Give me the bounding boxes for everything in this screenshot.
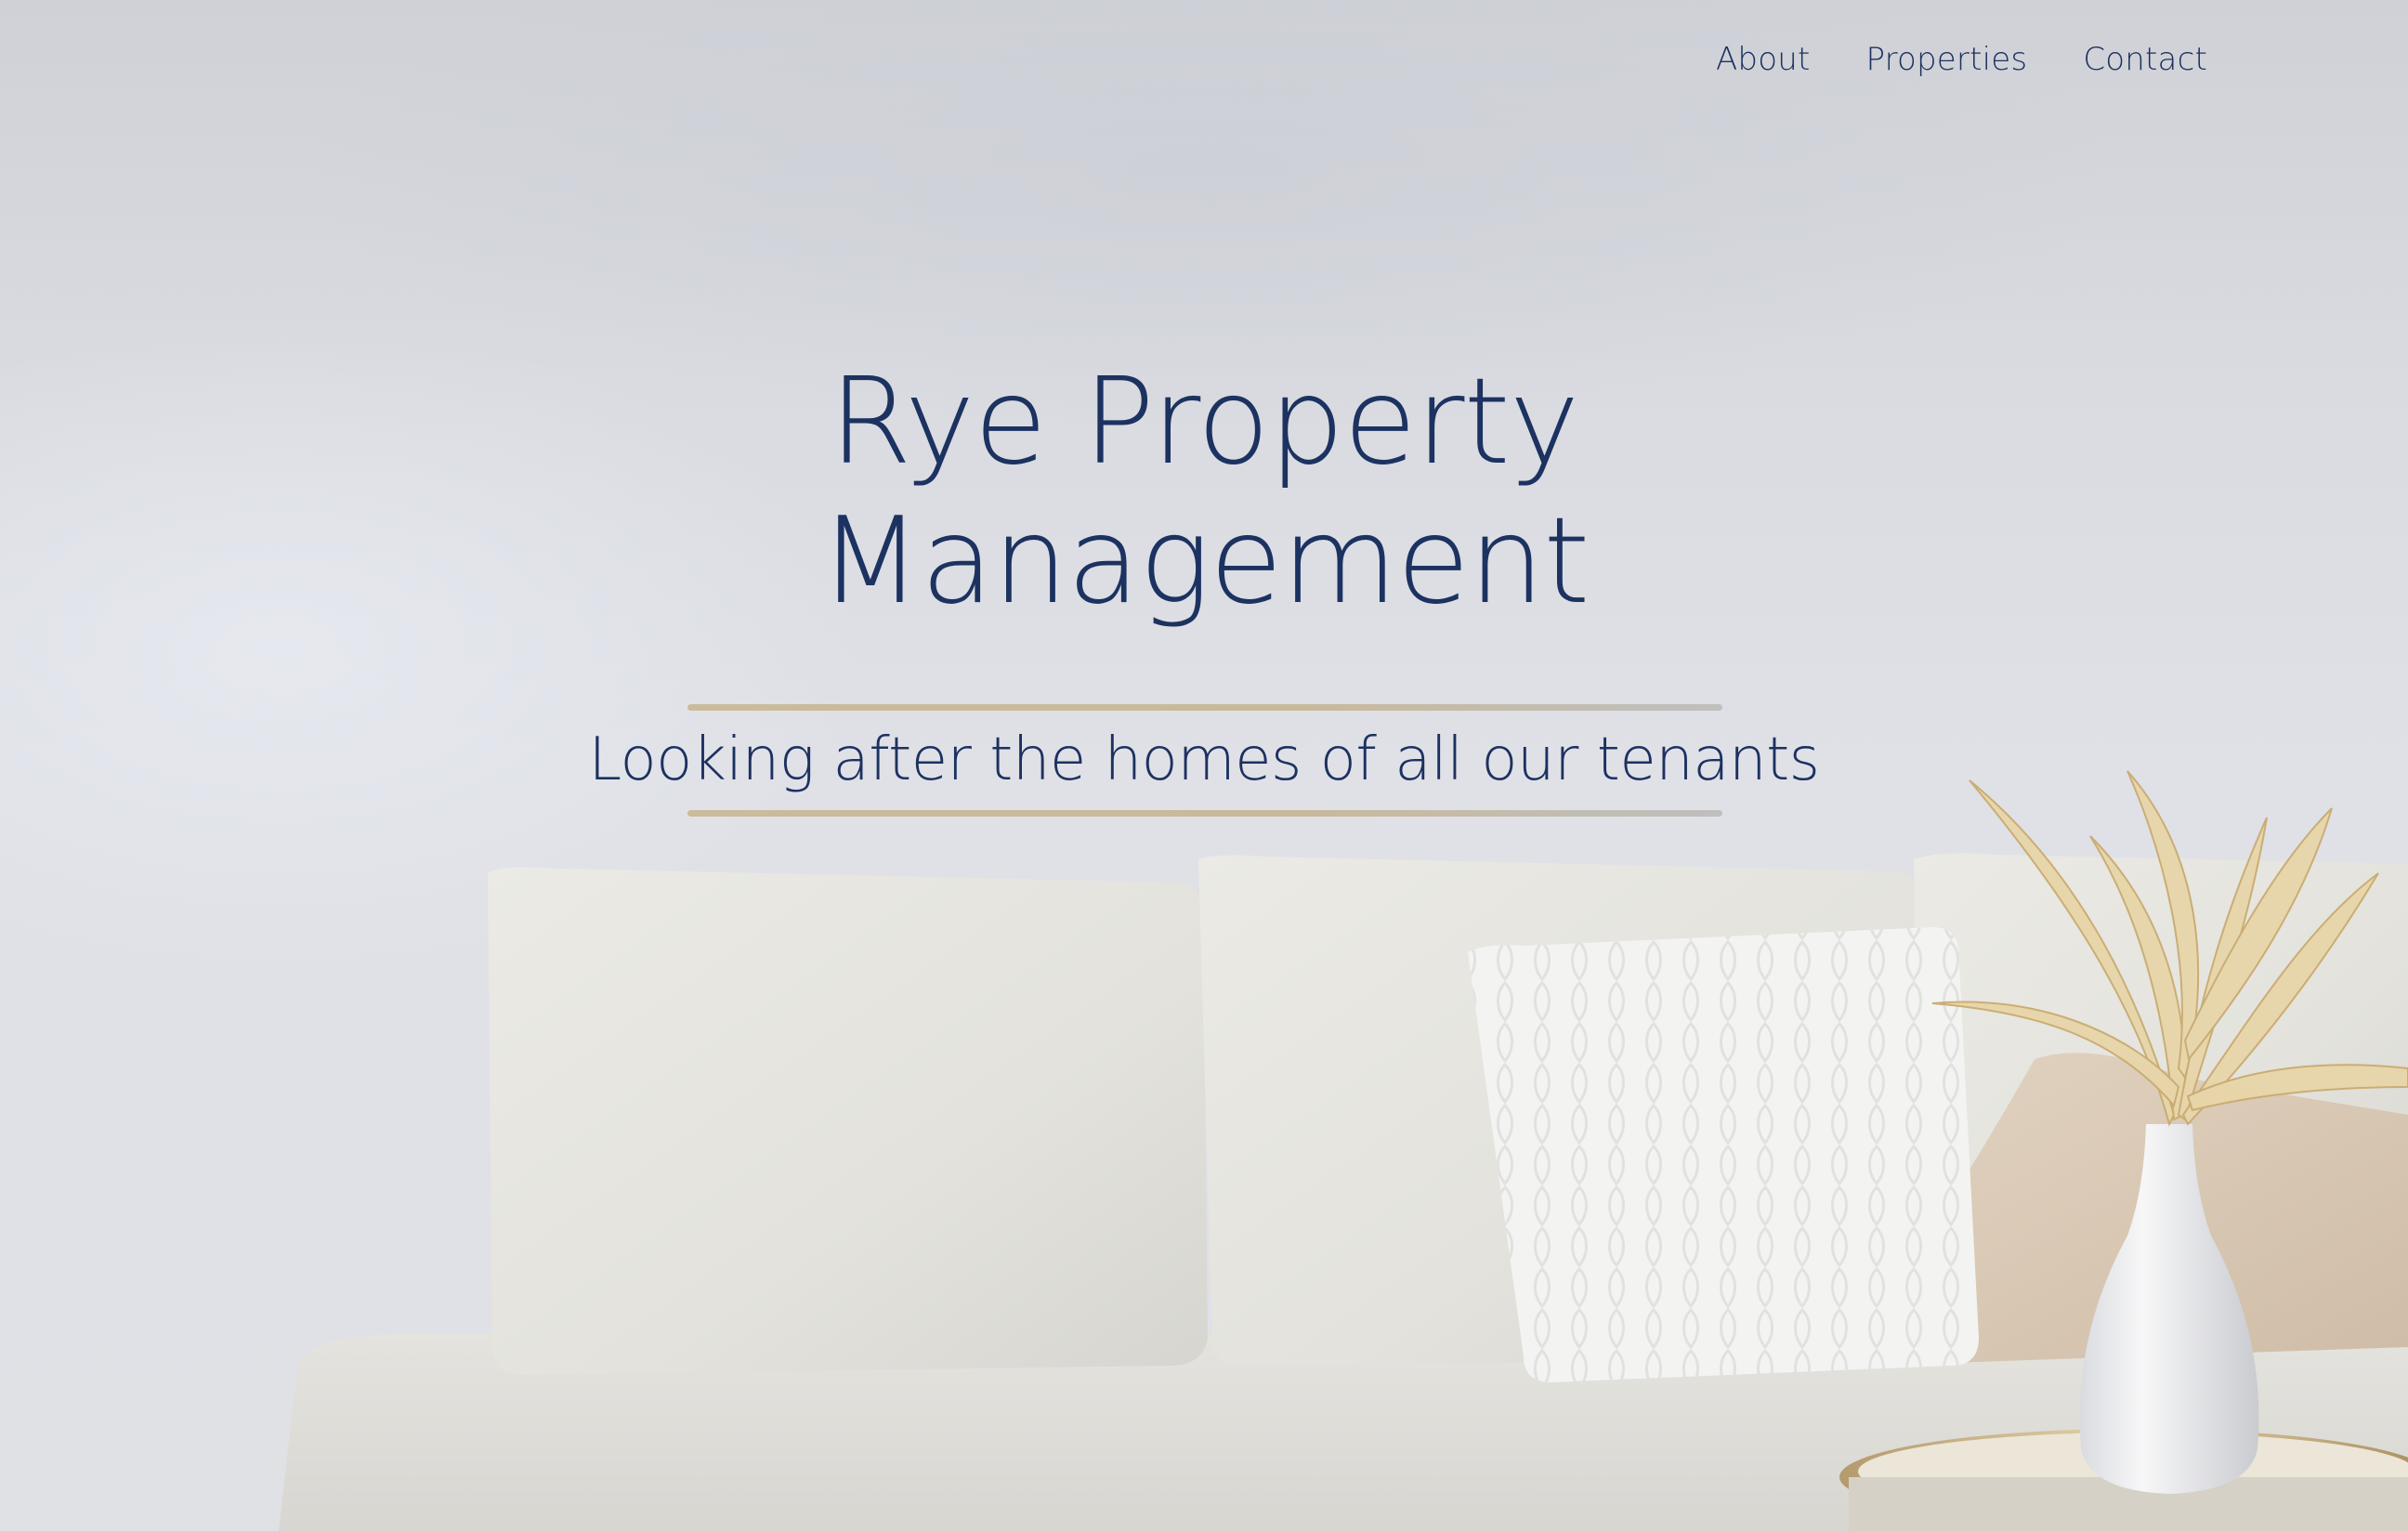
hero-title-line-1: Rye Property bbox=[829, 353, 1580, 491]
main-navigation: About Properties Contact bbox=[1716, 41, 2207, 78]
hero-title: Rye Property Management bbox=[0, 353, 2408, 632]
tagline-bottom-divider bbox=[687, 810, 1722, 817]
hero-tagline: Looking after the homes of all our tenan… bbox=[588, 726, 1820, 794]
nav-contact-link[interactable]: Contact bbox=[2083, 41, 2207, 78]
hero-title-line-2: Management bbox=[818, 492, 1590, 631]
nav-properties-link[interactable]: Properties bbox=[1865, 41, 2027, 78]
nav-about-link[interactable]: About bbox=[1716, 41, 1811, 78]
tagline-top-divider bbox=[687, 704, 1722, 711]
landing-page: About Properties Contact Rye Property Ma… bbox=[0, 0, 2408, 1531]
